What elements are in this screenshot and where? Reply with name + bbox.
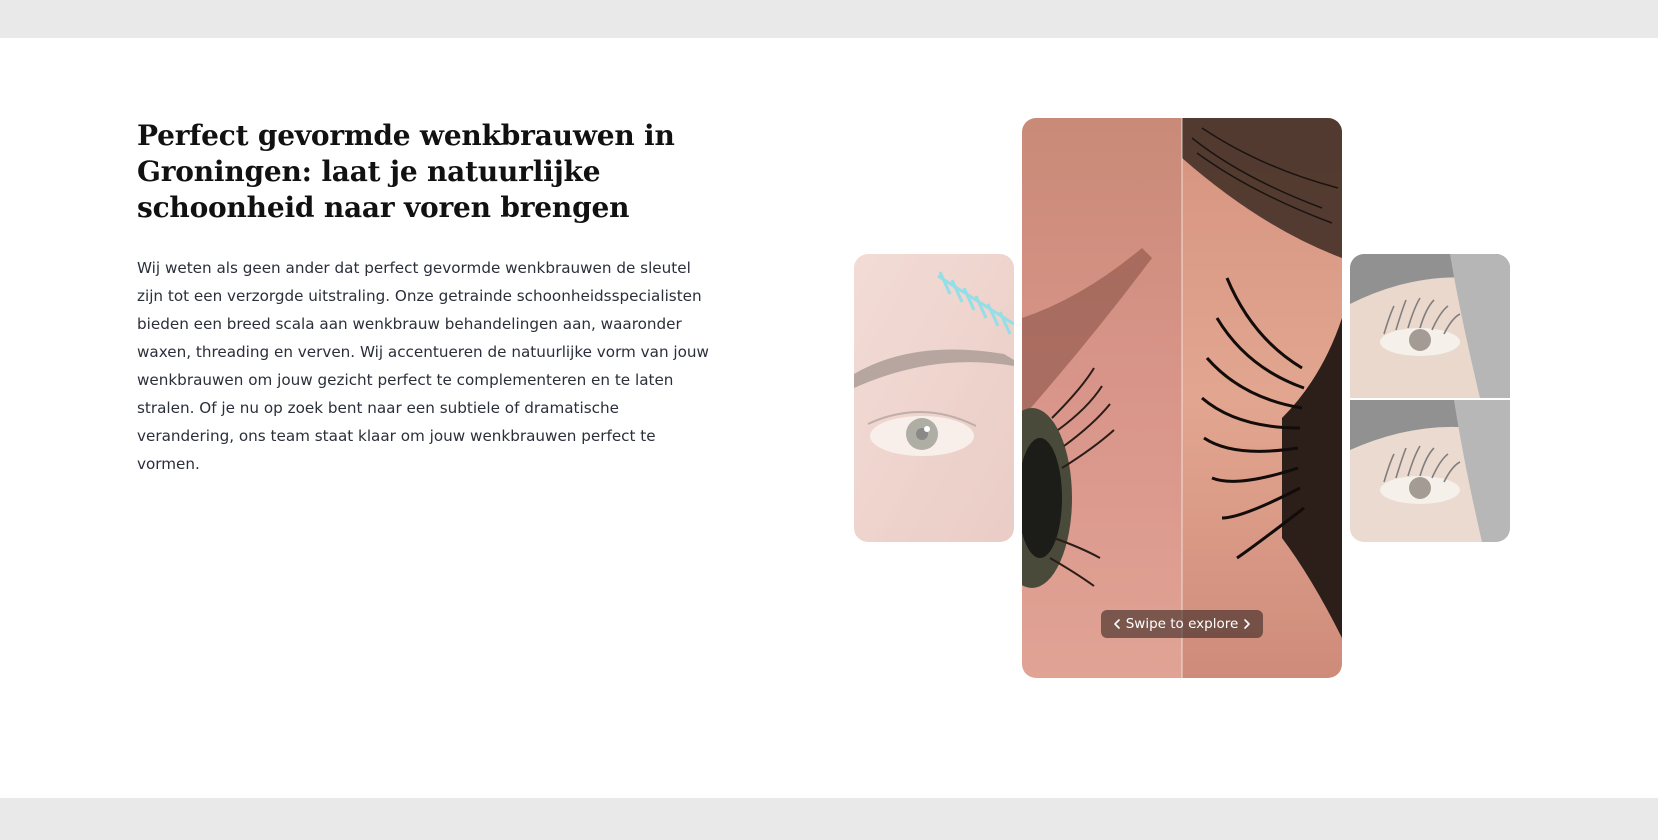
gallery-image-right[interactable] [1350,254,1510,542]
chevron-right-icon[interactable] [1241,618,1253,630]
swipe-hint[interactable]: Swipe to explore [1101,610,1263,638]
gallery-image-left[interactable] [854,254,1014,542]
bottom-band [0,798,1658,840]
brows-section: Perfect gevormde wenkbrauwen in Groninge… [0,38,1658,798]
gallery-image-center[interactable] [1022,118,1342,678]
swipe-hint-label: Swipe to explore [1125,616,1239,632]
chevron-left-icon[interactable] [1111,618,1123,630]
image-gallery[interactable]: Swipe to explore [0,38,1658,798]
top-band [0,0,1658,38]
